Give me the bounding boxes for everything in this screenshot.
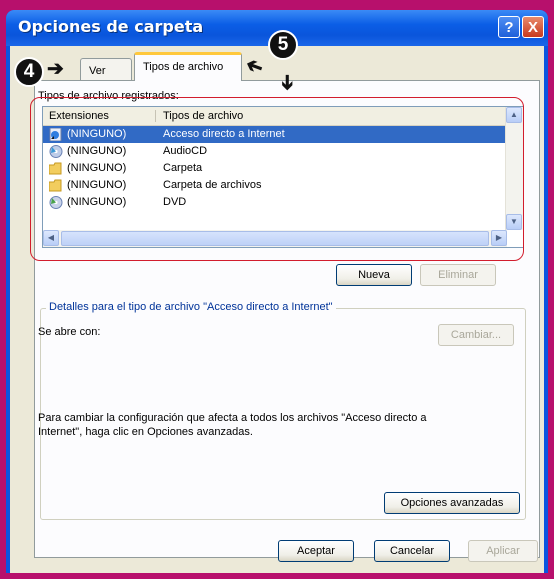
arrow-right-icon: ➔: [47, 58, 64, 80]
file-types-list[interactable]: Extensiones Tipos de archivo (NINGUNO) A…: [42, 106, 524, 248]
scroll-down-button[interactable]: ▼: [506, 214, 522, 230]
callout-step-4: 4: [14, 57, 44, 87]
folder-icon: [49, 162, 62, 175]
arrow-down-icon: ➔: [275, 74, 298, 91]
cancel-button[interactable]: Cancelar: [374, 540, 450, 562]
change-button[interactable]: Cambiar...: [438, 324, 514, 346]
row-type: AudioCD: [163, 145, 208, 157]
list-item[interactable]: (NINGUNO) Carpeta: [43, 160, 507, 177]
advanced-options-button[interactable]: Opciones avanzadas: [384, 492, 520, 514]
vertical-scrollbar[interactable]: ▲ ▼: [505, 107, 523, 230]
horizontal-scrollbar[interactable]: ◀ ▶: [43, 230, 507, 247]
dvd-icon: [49, 196, 63, 209]
advanced-hint-line-1: Para cambiar la configuración que afecta…: [38, 412, 427, 424]
list-item[interactable]: (NINGUNO) DVD: [43, 194, 507, 211]
window-title: Opciones de carpeta: [18, 17, 204, 36]
row-type: Acceso directo a Internet: [163, 128, 285, 140]
opens-with-label: Se abre con:: [38, 326, 101, 338]
folder-icon: [49, 179, 62, 192]
row-type: DVD: [163, 196, 187, 208]
details-legend: Detalles para el tipo de archivo "Acceso…: [46, 301, 336, 313]
list-item[interactable]: (NINGUNO) Acceso directo a Internet: [43, 126, 507, 143]
help-button[interactable]: ?: [498, 16, 520, 38]
dialog-body: Ver Tipos de archivo Tipos de archivo re…: [10, 46, 544, 573]
column-header-extensions[interactable]: Extensiones: [49, 110, 109, 122]
row-extension: (NINGUNO): [67, 162, 127, 174]
tab-ver[interactable]: Ver: [80, 58, 132, 80]
list-item[interactable]: (NINGUNO) Carpeta de archivos: [43, 177, 507, 194]
scroll-right-button[interactable]: ▶: [491, 230, 507, 246]
row-type: Carpeta: [163, 162, 203, 174]
registered-types-label: Tipos de archivo registrados:: [38, 90, 179, 102]
delete-button[interactable]: Eliminar: [420, 264, 496, 286]
row-extension: (NINGUNO): [67, 179, 127, 191]
scroll-up-button[interactable]: ▲: [506, 107, 522, 123]
advanced-hint-line-2: Internet", haga clic en Opciones avanzad…: [38, 426, 253, 438]
row-extension: (NINGUNO): [67, 196, 127, 208]
close-button[interactable]: X: [522, 16, 544, 38]
row-extension: (NINGUNO): [67, 128, 127, 140]
list-header: Extensiones Tipos de archivo: [43, 107, 507, 126]
internet-shortcut-icon: [49, 128, 62, 141]
scroll-left-button[interactable]: ◀: [43, 230, 59, 246]
row-type: Carpeta de archivos: [163, 179, 262, 191]
column-header-types[interactable]: Tipos de archivo: [163, 110, 243, 122]
audio-cd-icon: [49, 145, 63, 158]
list-item[interactable]: (NINGUNO) AudioCD: [43, 143, 507, 160]
new-button[interactable]: Nueva: [336, 264, 412, 286]
ok-button[interactable]: Aceptar: [278, 540, 354, 562]
apply-button[interactable]: Aplicar: [468, 540, 538, 562]
column-separator: [155, 110, 156, 122]
callout-step-5: 5: [268, 30, 298, 60]
tab-tipos-de-archivo[interactable]: Tipos de archivo: [134, 52, 242, 81]
horizontal-scroll-thumb[interactable]: [61, 231, 489, 246]
row-extension: (NINGUNO): [67, 145, 127, 157]
folder-options-window: Opciones de carpeta ? X Ver Tipos de arc…: [6, 10, 548, 573]
